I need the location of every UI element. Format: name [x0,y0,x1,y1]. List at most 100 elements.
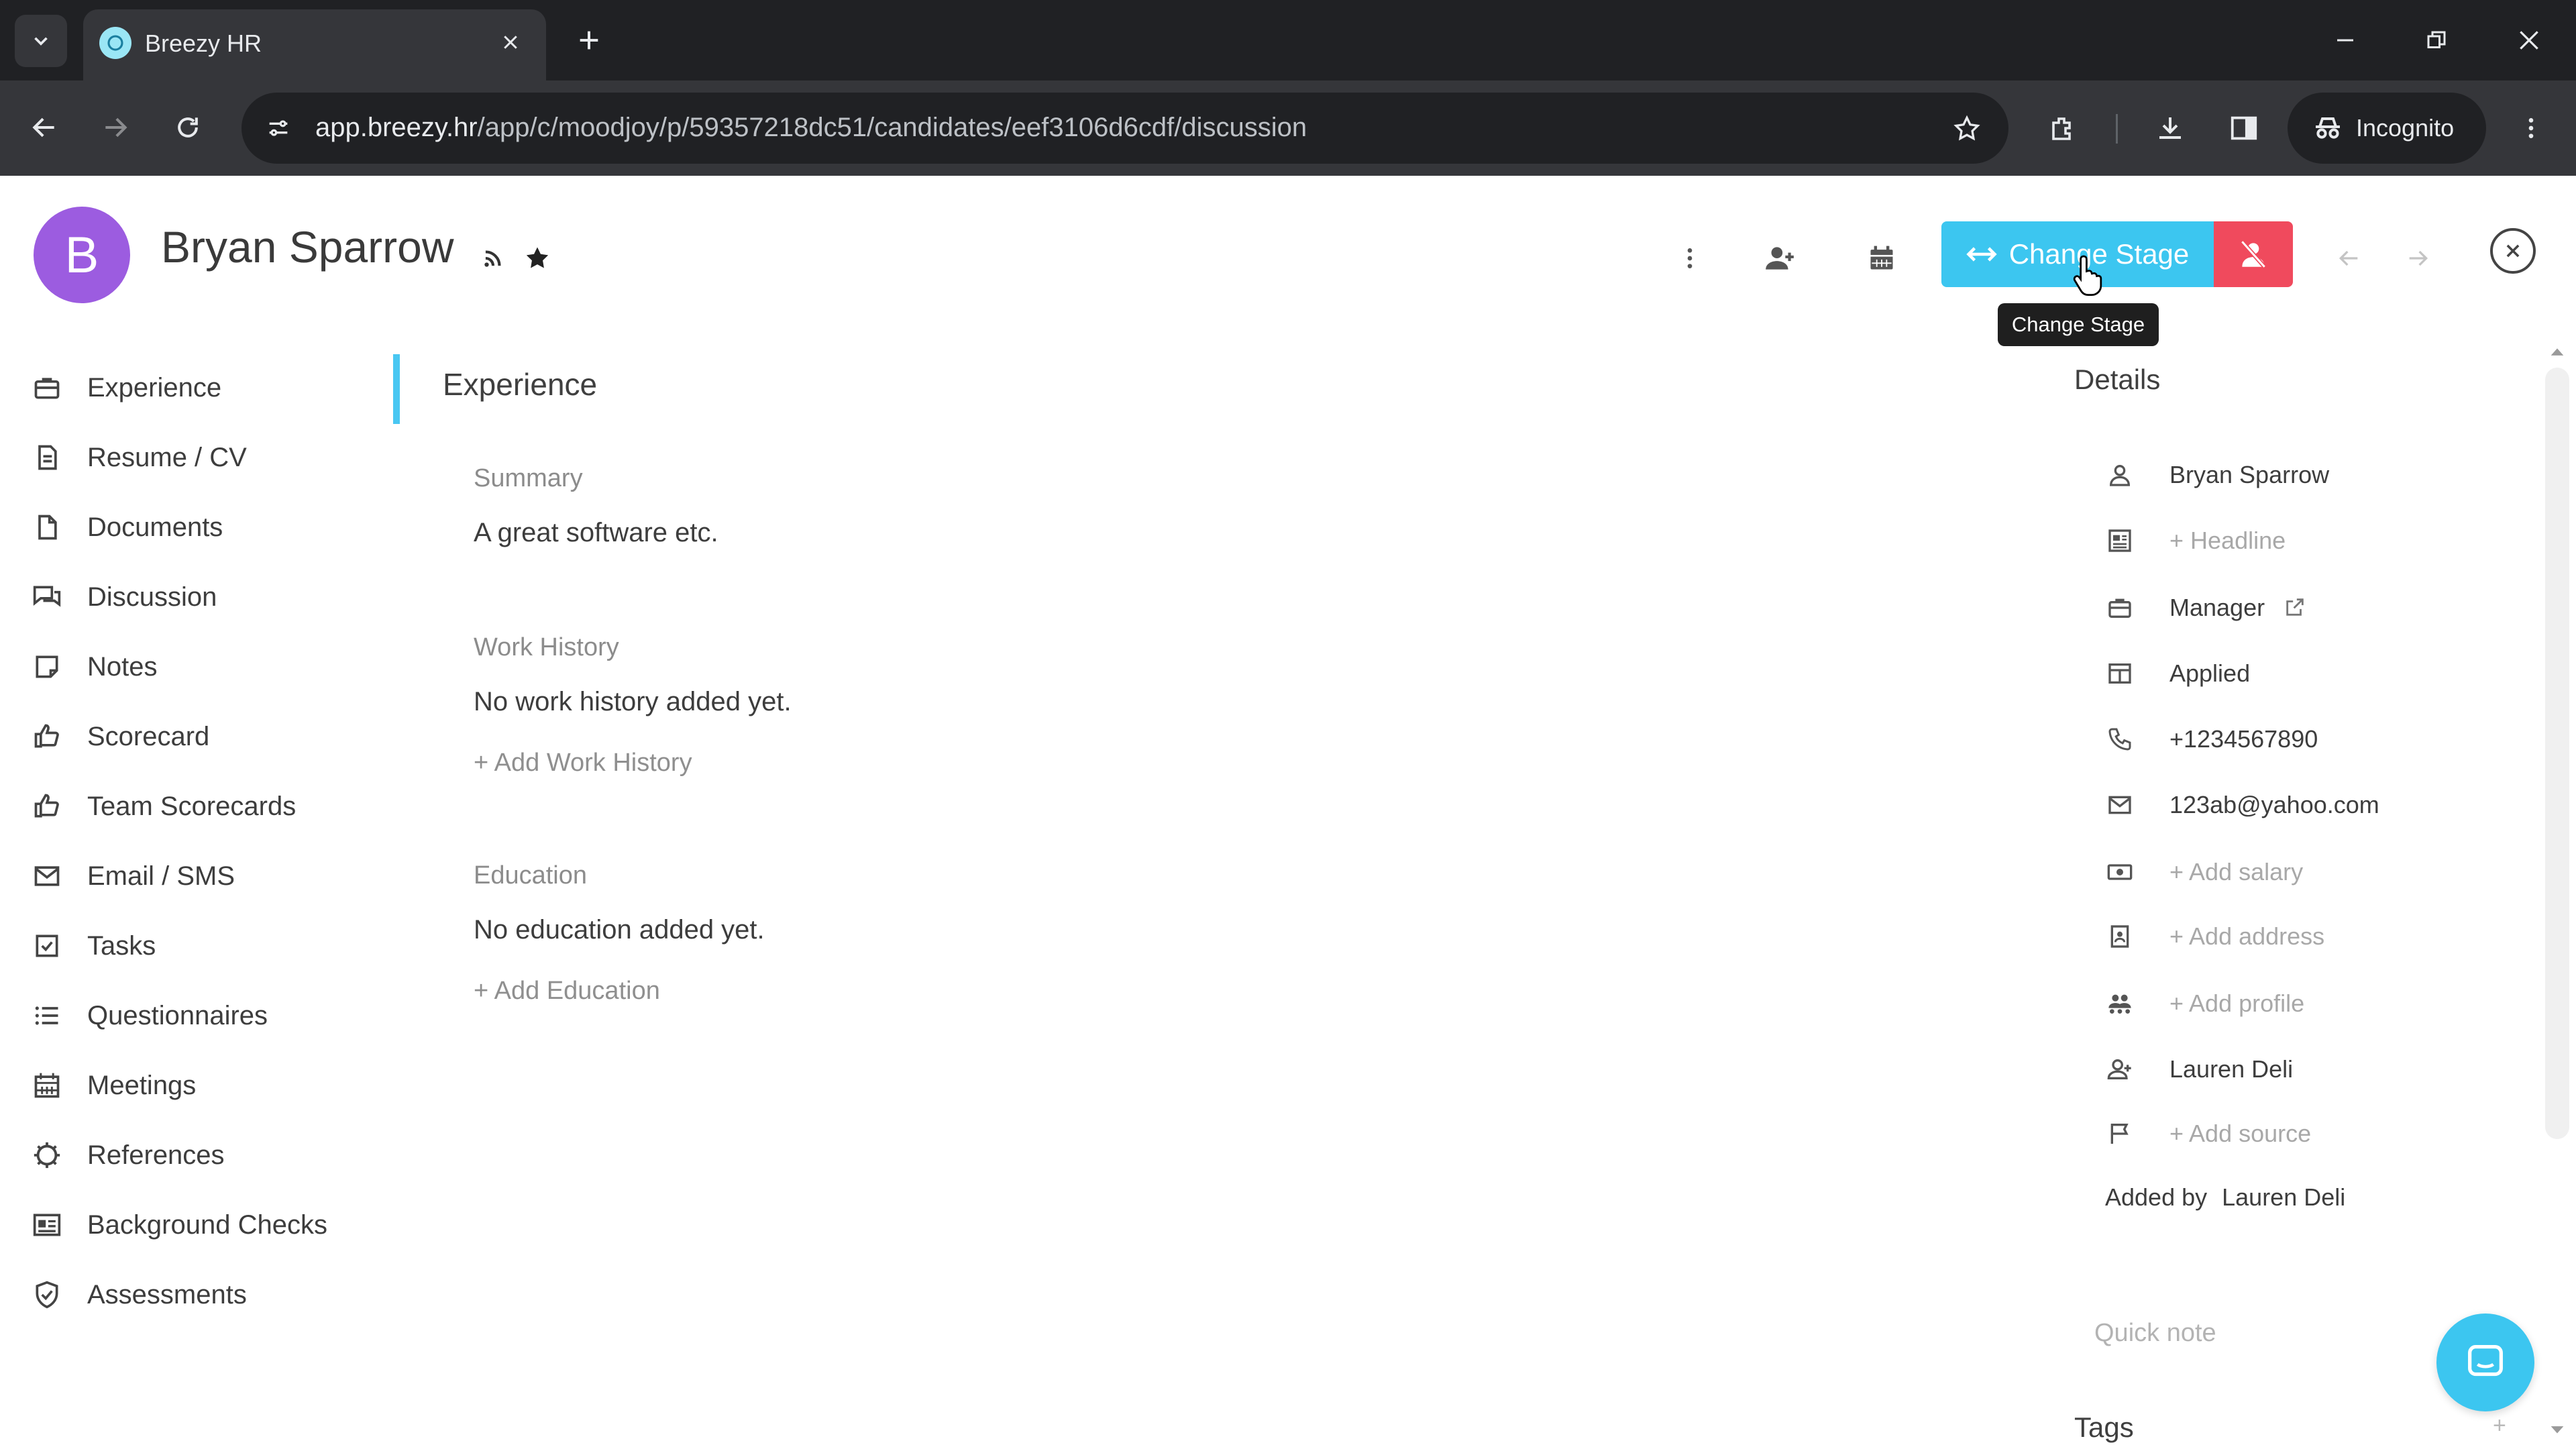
rss-icon[interactable] [470,235,517,282]
sidebar-item-discussion[interactable]: Discussion [27,570,376,624]
reload-button[interactable] [161,101,215,154]
minimize-button[interactable] [2318,13,2372,67]
columns-icon [2100,653,2140,694]
back-button[interactable] [17,101,71,154]
sidebar-item-meetings[interactable]: Meetings [27,1059,376,1112]
sidebar-item-background-checks[interactable]: Background Checks [27,1198,376,1252]
star-icon[interactable] [514,235,561,282]
sidebar-item-label: Email / SMS [87,861,235,891]
sidebar-item-questionnaires[interactable]: Questionnaires [27,989,376,1042]
previous-candidate-icon[interactable] [2325,235,2372,282]
address-bar[interactable]: app.breezy.hr/app/c/moodjoy/p/59357218dc… [241,93,2008,164]
scroll-up-icon[interactable] [2548,345,2567,358]
window-close-button[interactable] [2502,13,2556,67]
sidebar-item-label: Notes [87,651,158,682]
flag-icon [2100,1114,2140,1154]
briefcase-icon [27,368,67,408]
new-tab-button[interactable] [568,19,610,62]
scrollbar-thumb[interactable] [2545,368,2569,1139]
added-by-name[interactable]: Lauren Deli [2222,1183,2345,1211]
sidebar-item-email-sms[interactable]: Email / SMS [27,849,376,903]
sidebar-item-label: Team Scorecards [87,791,297,821]
detail-text: +1234567890 [2169,725,2318,753]
detail-name[interactable]: Bryan Sparrow [2100,449,2502,500]
url-path: /app/c/moodjoy/p/59357218dc51/candidates… [477,113,1307,142]
add-work-history-link[interactable]: + Add Work History [474,749,692,777]
detail-address[interactable]: + Add address [2100,911,2502,962]
sidebar-item-label: Meetings [87,1070,197,1100]
summary-text[interactable]: A great software etc. [474,518,718,548]
id-card-icon [27,1205,67,1245]
chat-icon [27,577,67,617]
calendar-icon[interactable] [1858,235,1905,282]
sidebar-item-label: Experience [87,372,222,402]
phone-icon [2100,719,2140,759]
position-name: Manager [2169,594,2265,621]
sidebar-item-scorecard[interactable]: Scorecard [27,710,376,763]
scroll-down-icon[interactable] [2548,1424,2567,1437]
detail-text: Applied [2169,659,2251,687]
browser-tab[interactable]: Breezy HR [83,9,546,80]
quick-note-input[interactable]: Quick note [2094,1319,2216,1348]
more-options-icon[interactable] [1666,235,1713,282]
detail-stage[interactable]: Applied [2100,648,2502,699]
sidebar-item-documents[interactable]: Documents [27,500,376,554]
browser-tab-strip: Breezy HR [0,0,2576,80]
sidebar-item-resume[interactable]: Resume / CV [27,431,376,484]
next-candidate-icon[interactable] [2395,235,2442,282]
detail-salary[interactable]: + Add salary [2100,847,2502,898]
detail-text: + Add address [2169,922,2325,950]
sidebar-item-label: Assessments [87,1279,247,1309]
add-education-link[interactable]: + Add Education [474,977,660,1006]
tab-close-icon[interactable] [492,24,529,60]
details-title: Details [2074,364,2161,395]
incognito-label: Incognito [2356,114,2455,142]
detail-profile[interactable]: + Add profile [2100,978,2502,1029]
chat-launcher-button[interactable] [2436,1313,2534,1411]
detail-phone[interactable]: +1234567890 [2100,714,2502,765]
disqualify-button[interactable] [2214,221,2293,287]
sidebar-item-notes[interactable]: Notes [27,640,376,694]
detail-position[interactable]: Manager [2100,582,2502,633]
site-info-icon[interactable] [256,106,301,150]
add-person-icon[interactable] [1756,235,1803,282]
sidebar-item-tasks[interactable]: Tasks [27,919,376,973]
sidebar-item-label: Background Checks [87,1210,327,1240]
sidebar-item-label: Discussion [87,582,217,612]
close-icon [2506,244,2520,258]
chevron-down-icon [34,37,48,46]
sidebar-item-assessments[interactable]: Assessments [27,1268,376,1322]
detail-owner[interactable]: Lauren Deli [2100,1044,2502,1095]
detail-source[interactable]: + Add source [2100,1108,2502,1159]
minimize-icon [2337,39,2353,42]
file-text-icon [27,437,67,478]
mail-icon [27,856,67,896]
chat-bubble-icon [2468,1345,2503,1377]
detail-email[interactable]: 123ab@yahoo.com [2100,780,2502,830]
extensions-icon[interactable] [2037,102,2089,154]
sidebar-item-label: Documents [87,512,223,542]
close-icon [2520,31,2538,50]
forward-button[interactable] [89,101,142,154]
sidebar-item-experience[interactable]: Experience [27,361,376,415]
toolbar-divider [2116,114,2118,144]
bookmark-star-icon[interactable] [1945,107,1988,150]
add-tag-button[interactable]: + [2493,1413,2506,1439]
sidebar-item-references[interactable]: References [27,1128,376,1182]
sidebar-item-label: Tasks [87,930,156,961]
incognito-indicator[interactable]: Incognito [2288,93,2486,164]
tab-search-button[interactable] [15,15,67,67]
sidebar-item-team-scorecards[interactable]: Team Scorecards [27,780,376,833]
external-link-icon[interactable] [2284,596,2306,619]
close-candidate-button[interactable] [2490,228,2536,274]
side-panel-icon[interactable] [2218,102,2270,154]
browser-menu-icon[interactable] [2505,102,2557,154]
gear-icon [27,1135,67,1175]
detail-headline[interactable]: + Headline [2100,515,2502,566]
note-icon [27,647,67,687]
education-empty: No education added yet. [474,915,765,945]
restore-button[interactable] [2410,13,2463,67]
tab-title: Breezy HR [145,30,262,57]
detail-text: + Add salary [2169,858,2304,885]
download-icon[interactable] [2144,102,2196,154]
